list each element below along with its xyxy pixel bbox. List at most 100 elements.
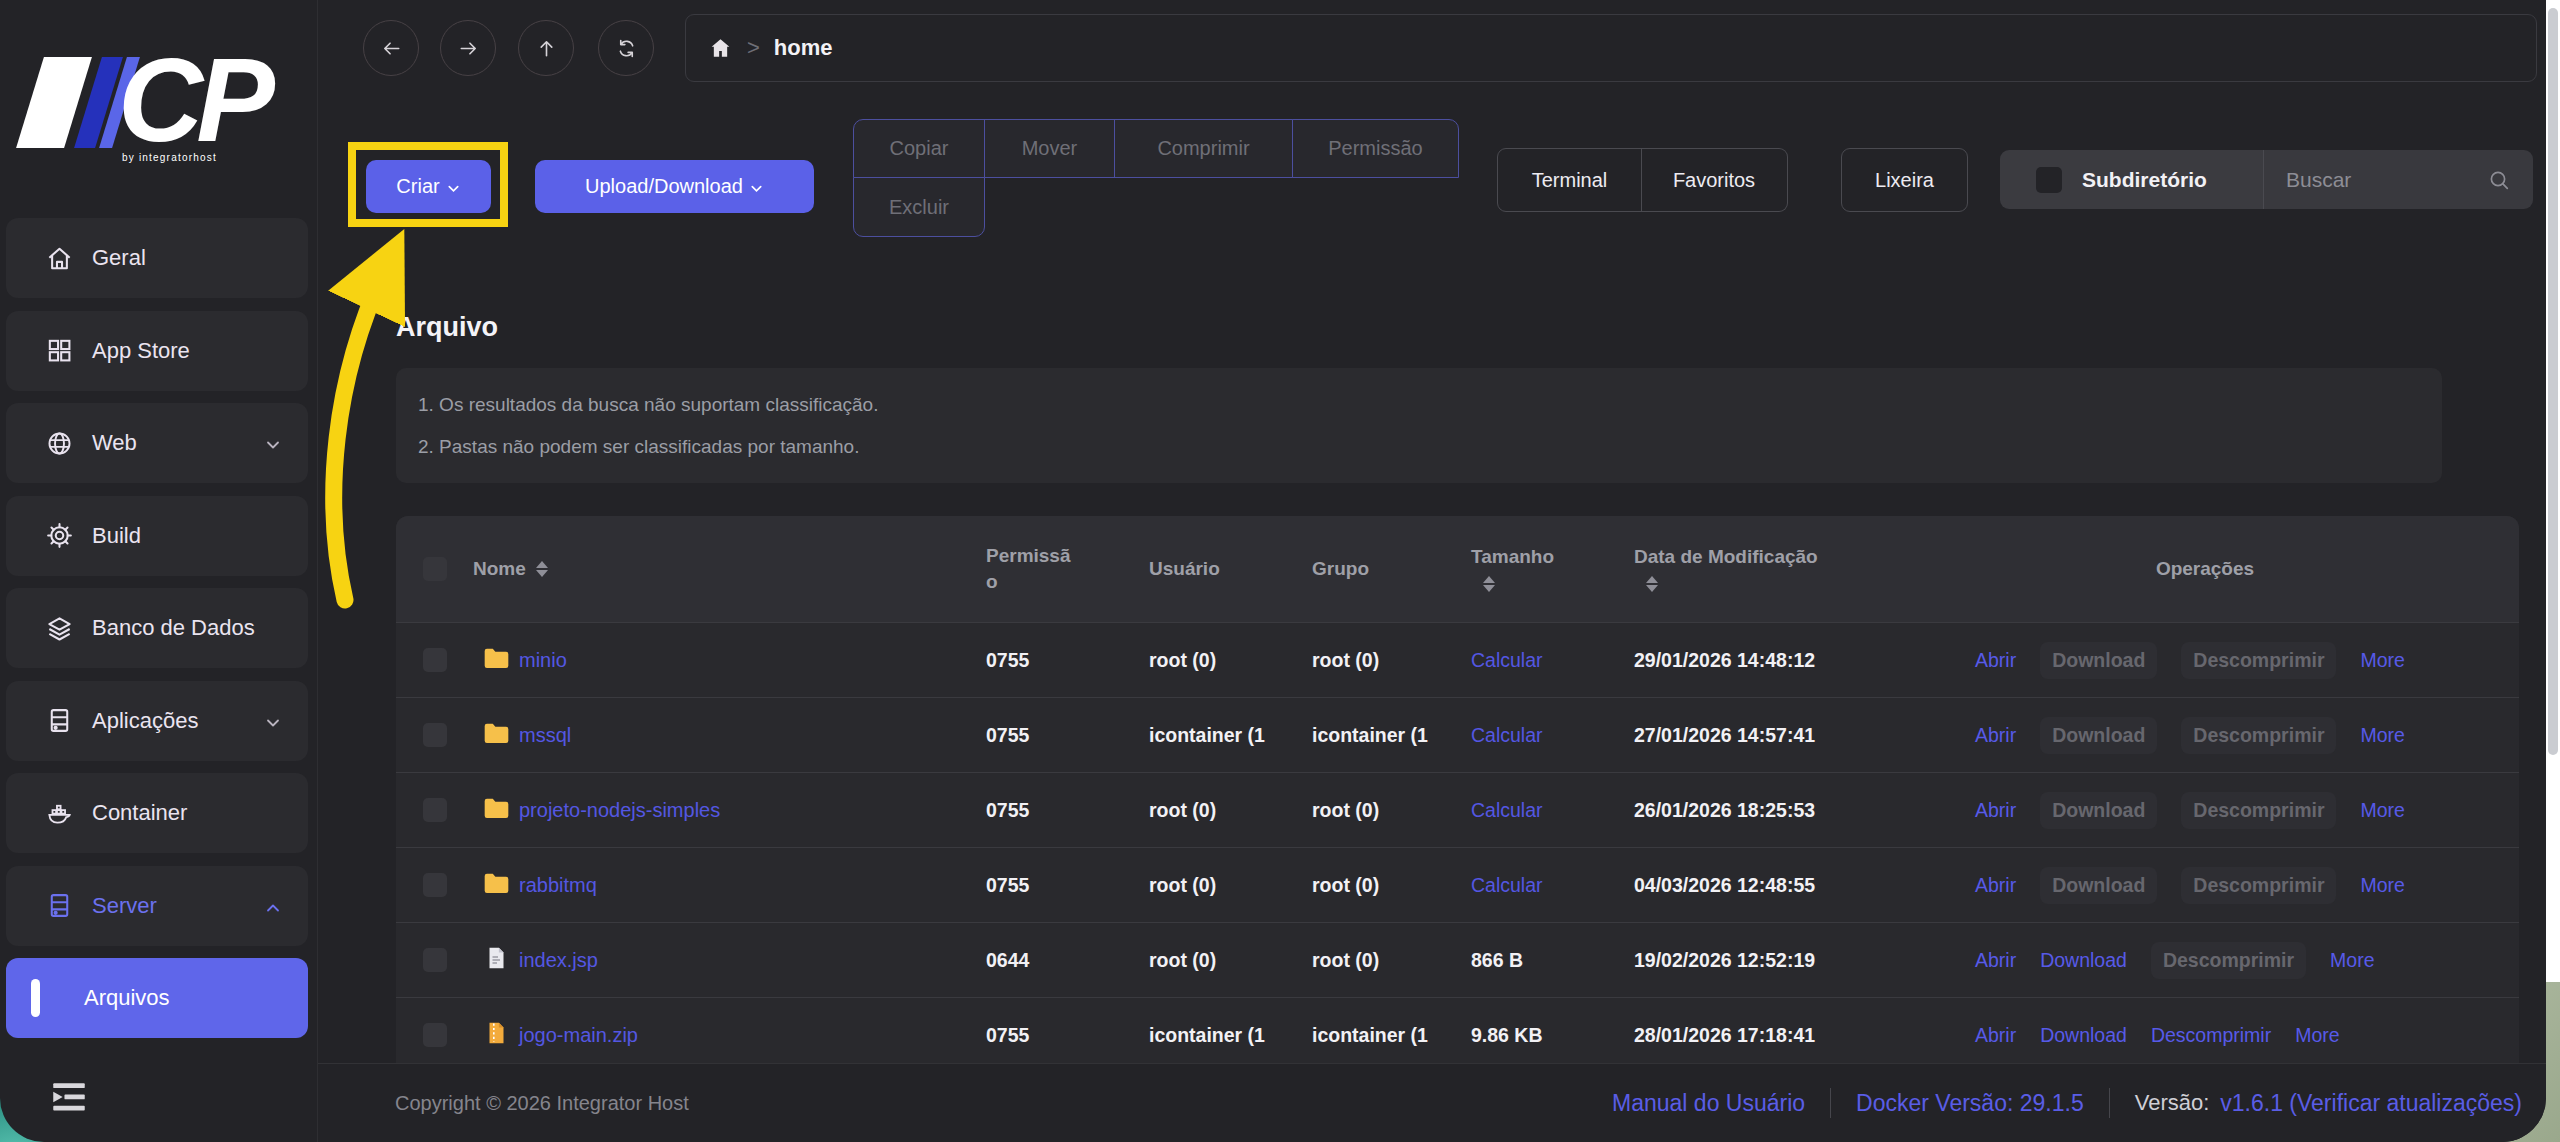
permiss-o-button[interactable]: Permissão [1292,119,1459,178]
home-icon[interactable] [708,36,733,61]
sidebar-item-aplica-es[interactable]: Aplicações [6,681,308,761]
row-checkbox[interactable] [423,648,447,672]
file-name-link[interactable]: mssql [519,724,571,747]
abrir-action[interactable]: Abrir [1975,799,2016,822]
criar-button[interactable]: Criar [366,160,491,213]
sort-icon[interactable] [536,561,548,578]
download-action[interactable]: Download [2040,1024,2127,1047]
sidebar-item-container[interactable]: Container [6,773,308,853]
file-name-link[interactable]: minio [519,649,567,672]
more-action[interactable]: More [2360,799,2404,822]
sidebar-item-label: Build [92,523,141,549]
descomprimir-action[interactable]: Descomprimir [2151,1024,2271,1047]
download-action[interactable]: Download [2040,949,2127,972]
modified-date: 04/03/2026 12:48:55 [1629,874,1951,897]
lixeira-button[interactable]: Lixeira [1841,148,1968,212]
permission-value: 0755 [981,724,1144,747]
sidebar-item-label: Geral [92,245,146,271]
abrir-action[interactable]: Abrir [1975,649,2016,672]
forward-button[interactable] [440,20,496,76]
more-action[interactable]: More [2360,724,2404,747]
scrollbar-thumb[interactable] [2548,8,2558,755]
search-icon[interactable] [2487,168,2511,192]
row-checkbox[interactable] [423,948,447,972]
abrir-action[interactable]: Abrir [1975,949,2016,972]
version-link[interactable]: v1.6.1 (Verificar atualizações) [2220,1090,2522,1117]
back-button[interactable] [363,20,419,76]
calculate-size-link[interactable]: Calcular [1466,874,1629,897]
collapse-sidebar-icon[interactable] [48,1076,90,1116]
group-value: root (0) [1307,874,1466,897]
more-action[interactable]: More [2360,874,2404,897]
calculate-size-link[interactable]: Calcular [1466,649,1629,672]
favoritos-button[interactable]: Favoritos [1641,148,1788,212]
permission-value: 0755 [981,1024,1144,1047]
subdirectory-toggle: Subdiretório [2000,150,2263,209]
footer-link[interactable]: Docker Versão: 29.1.5 [1856,1090,2084,1117]
logo-subtitle: by integratorhost [122,152,217,163]
sidebar-item-arquivos[interactable]: Arquivos [6,958,308,1038]
sidebar: CP by integratorhost GeralApp StoreWebBu… [0,0,318,1142]
file-name-link[interactable]: index.jsp [519,949,598,972]
row-checkbox[interactable] [423,798,447,822]
sidebar-nav: Geral App Store Web Build Banco de Dados Apli… [6,218,308,1038]
column-header-nome[interactable]: Nome [471,558,981,580]
sidebar-item-banco-de-dados[interactable]: Banco de Dados [6,588,308,668]
abrir-action[interactable]: Abrir [1975,724,2016,747]
sidebar-item-web[interactable]: Web [6,403,308,483]
abrir-action[interactable]: Abrir [1975,874,2016,897]
row-checkbox[interactable] [423,723,447,747]
table-row: mssql0755icontainer (1icontainer (1Calcu… [396,697,2519,772]
comprimir-button[interactable]: Comprimir [1114,119,1293,178]
user-value: icontainer (1 [1144,724,1307,747]
modified-date: 19/02/2026 12:52:19 [1629,949,1951,972]
sidebar-item-build[interactable]: Build [6,496,308,576]
search-input[interactable]: Buscar [2263,150,2533,209]
sidebar-item-app-store[interactable]: App Store [6,311,308,391]
breadcrumb-path[interactable]: home [774,35,833,61]
row-checkbox[interactable] [423,873,447,897]
table-row: projeto-nodejs-simples0755root (0)root (… [396,772,2519,847]
modified-date: 29/01/2026 14:48:12 [1629,649,1951,672]
copiar-button[interactable]: Copiar [853,119,985,178]
footer-links: Manual do UsuárioDocker Versão: 29.1.5Ve… [1612,1088,2522,1118]
sort-icon[interactable] [1483,576,1495,593]
row-checkbox[interactable] [423,1023,447,1047]
table-row: index.jsp0644root (0)root (0)866 B19/02/… [396,922,2519,997]
calculate-size-link[interactable]: Calcular [1466,799,1629,822]
more-action[interactable]: More [2330,949,2374,972]
table-row: rabbitmq0755root (0)root (0)Calcular04/0… [396,847,2519,922]
refresh-button[interactable] [598,20,654,76]
select-all-checkbox[interactable] [423,557,447,581]
upload-download-button[interactable]: Upload/Download [535,160,814,213]
column-header-data[interactable]: Data de Modificação [1629,546,1951,593]
up-button[interactable] [518,20,574,76]
file-name-link[interactable]: rabbitmq [519,874,597,897]
descomprimir-action: Descomprimir [2181,642,2336,679]
app-window: CP by integratorhost GeralApp StoreWebBu… [0,0,2546,1142]
terminal-button[interactable]: Terminal [1497,148,1642,212]
sidebar-item-label: Server [92,893,157,919]
footer-link[interactable]: Manual do Usuário [1612,1090,1805,1117]
subdirectory-checkbox[interactable] [2036,167,2062,193]
download-action: Download [2040,792,2157,829]
search-placeholder: Buscar [2286,168,2487,192]
sidebar-item-label: Aplicações [92,708,198,734]
file-name-link[interactable]: projeto-nodejs-simples [519,799,720,822]
sidebar-item-geral[interactable]: Geral [6,218,308,298]
mover-button[interactable]: Mover [984,119,1115,178]
search-group: Subdiretório Buscar [2000,150,2533,209]
sidebar-item-server[interactable]: Server [6,866,308,946]
chevron-down-icon [264,434,282,452]
calculate-size-link[interactable]: Calcular [1466,724,1629,747]
excluir-button[interactable]: Excluir [853,177,985,237]
sort-icon[interactable] [1646,576,1658,593]
group-value: root (0) [1307,799,1466,822]
modified-date: 27/01/2026 14:57:41 [1629,724,1951,747]
abrir-action[interactable]: Abrir [1975,1024,2016,1047]
file-name-link[interactable]: jogo-main.zip [519,1024,638,1047]
more-action[interactable]: More [2360,649,2404,672]
column-header-tamanho[interactable]: Tamanho [1466,546,1629,593]
download-action: Download [2040,642,2157,679]
more-action[interactable]: More [2295,1024,2339,1047]
